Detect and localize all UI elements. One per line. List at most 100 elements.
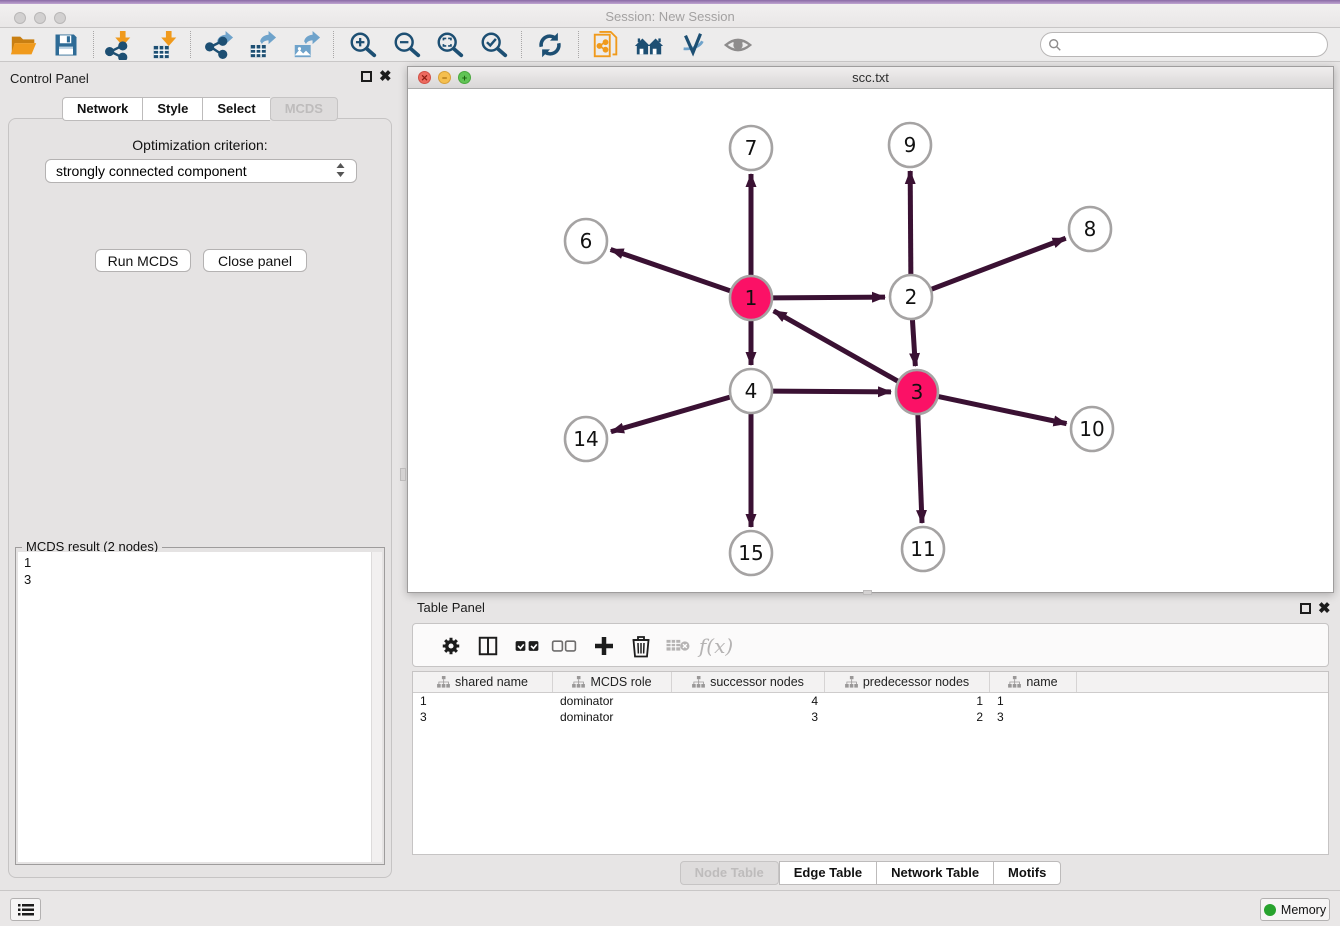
- graph-node-4[interactable]: 4: [730, 369, 772, 413]
- memory-button[interactable]: Memory: [1260, 898, 1330, 921]
- graph-node-1[interactable]: 1: [730, 276, 772, 320]
- column-header-MCDS-role[interactable]: MCDS role: [553, 672, 672, 692]
- network-canvas-svg[interactable]: 7 9 6 8 1 2 4 3 14 10 15 11: [408, 89, 1333, 593]
- table-cell[interactable]: dominator: [553, 709, 672, 725]
- table-row[interactable]: 3dominator323: [413, 709, 1328, 725]
- table-header-row: shared nameMCDS role successor nodes prede…: [413, 672, 1328, 693]
- graph-edge-4-14[interactable]: [611, 397, 730, 432]
- houses-icon[interactable]: [633, 30, 665, 60]
- export-table-icon[interactable]: [246, 30, 278, 60]
- table-cell[interactable]: 1: [990, 693, 1077, 709]
- graph-edge-2-8[interactable]: [932, 238, 1066, 289]
- export-image-icon[interactable]: [290, 30, 322, 60]
- zoom-selected-icon[interactable]: [478, 30, 510, 60]
- network-view-title: scc.txt: [408, 70, 1333, 85]
- optimization-criterion-select[interactable]: strongly connected component: [45, 159, 357, 183]
- graph-node-8[interactable]: 8: [1069, 207, 1111, 251]
- graph-node-9[interactable]: 9: [889, 123, 931, 167]
- graph-node-11[interactable]: 11: [902, 527, 944, 571]
- graph-node-label: 10: [1079, 417, 1104, 441]
- float-table-panel-icon[interactable]: [1300, 603, 1311, 614]
- tab-network[interactable]: Network: [62, 97, 142, 121]
- graph-node-label: 7: [745, 136, 758, 160]
- tab-network-table[interactable]: Network Table: [876, 861, 993, 885]
- search-input[interactable]: [1066, 37, 1327, 52]
- graph-edge-4-3[interactable]: [773, 391, 891, 392]
- attribute-icon: [1008, 676, 1021, 688]
- column-header-successor-nodes[interactable]: successor nodes: [672, 672, 825, 692]
- hide-graphics-icon[interactable]: [677, 30, 709, 60]
- table-cell[interactable]: 3: [990, 709, 1077, 725]
- mcds-result-text[interactable]: 1 3: [18, 552, 382, 862]
- trash-icon[interactable]: [626, 631, 656, 661]
- export-network-icon[interactable]: [203, 30, 235, 60]
- import-table-icon[interactable]: [149, 30, 181, 60]
- plus-icon[interactable]: [589, 631, 619, 661]
- table-cell[interactable]: 3: [672, 709, 825, 725]
- run-mcds-button[interactable]: Run MCDS: [95, 249, 191, 272]
- close-panel-icon[interactable]: ✖: [379, 67, 392, 85]
- open-file-icon[interactable]: [8, 30, 40, 60]
- float-panel-icon[interactable]: [361, 71, 372, 82]
- graph-node-10[interactable]: 10: [1071, 407, 1113, 451]
- import-network-icon[interactable]: [103, 30, 135, 60]
- zoom-fit-icon[interactable]: [434, 30, 466, 60]
- graph-edge-1-6[interactable]: [611, 249, 731, 290]
- table-cell[interactable]: 1: [825, 693, 990, 709]
- h-scroll-grip[interactable]: [863, 590, 872, 595]
- graph-edge-3-10[interactable]: [939, 397, 1067, 424]
- column-header-name[interactable]: name: [990, 672, 1077, 692]
- tab-node-table[interactable]: Node Table: [680, 861, 779, 885]
- graph-edge-3-1[interactable]: [774, 311, 898, 381]
- table-cell[interactable]: dominator: [553, 693, 672, 709]
- graph-node-3[interactable]: 3: [896, 370, 938, 414]
- table-cell[interactable]: 1: [413, 693, 553, 709]
- graph-edge-3-11[interactable]: [918, 414, 922, 523]
- column-header-shared-name[interactable]: shared name: [413, 672, 553, 692]
- tab-select[interactable]: Select: [202, 97, 269, 121]
- save-session-icon[interactable]: [50, 30, 82, 60]
- tab-edge-table[interactable]: Edge Table: [779, 861, 876, 885]
- table-cell[interactable]: 4: [672, 693, 825, 709]
- toolbar-separator: [521, 31, 522, 58]
- node-table[interactable]: shared nameMCDS role successor nodes prede…: [412, 671, 1329, 855]
- close-table-panel-icon[interactable]: ✖: [1318, 599, 1331, 617]
- tab-style[interactable]: Style: [142, 97, 202, 121]
- graph-node-label: 4: [745, 379, 758, 403]
- toolbar-separator: [333, 31, 334, 58]
- check-off-icon[interactable]: [549, 631, 579, 661]
- search-box[interactable]: [1040, 32, 1328, 57]
- graph-edge-1-2[interactable]: [773, 297, 885, 298]
- graph-node-6[interactable]: 6: [565, 219, 607, 263]
- table-body: 1dominator4113dominator323: [413, 693, 1328, 725]
- table-cell[interactable]: 3: [413, 709, 553, 725]
- refresh-icon[interactable]: [534, 30, 566, 60]
- tab-motifs[interactable]: Motifs: [993, 861, 1061, 885]
- graph-node-2[interactable]: 2: [890, 275, 932, 319]
- close-panel-button[interactable]: Close panel: [203, 249, 307, 272]
- column-label: successor nodes: [710, 675, 804, 689]
- network-window-titlebar[interactable]: ✕ − + scc.txt: [408, 67, 1333, 89]
- eye-icon[interactable]: [722, 30, 754, 60]
- column-header-predecessor-nodes[interactable]: predecessor nodes: [825, 672, 990, 692]
- graph-node-15[interactable]: 15: [730, 531, 772, 575]
- show-panels-button[interactable]: [10, 898, 41, 921]
- check-on-icon[interactable]: [512, 631, 542, 661]
- graph-node-label: 6: [580, 229, 593, 253]
- result-scrollbar[interactable]: [371, 552, 382, 862]
- tab-mcds[interactable]: MCDS: [270, 97, 338, 121]
- graph-edge-2-3[interactable]: [912, 319, 915, 366]
- zoom-in-icon[interactable]: [347, 30, 379, 60]
- table-cell[interactable]: 2: [825, 709, 990, 725]
- graph-edge-2-9[interactable]: [910, 171, 911, 275]
- fx-icon: f(x): [701, 631, 731, 661]
- split-columns-icon[interactable]: [473, 631, 503, 661]
- gear-icon[interactable]: [436, 631, 466, 661]
- table-row[interactable]: 1dominator411: [413, 693, 1328, 709]
- panel-splitter-grip[interactable]: [400, 468, 406, 481]
- graph-node-14[interactable]: 14: [565, 417, 607, 461]
- titlebar[interactable]: Session: New Session: [0, 4, 1340, 28]
- graph-node-7[interactable]: 7: [730, 126, 772, 170]
- new-network-doc-icon[interactable]: [590, 30, 622, 60]
- zoom-out-icon[interactable]: [391, 30, 423, 60]
